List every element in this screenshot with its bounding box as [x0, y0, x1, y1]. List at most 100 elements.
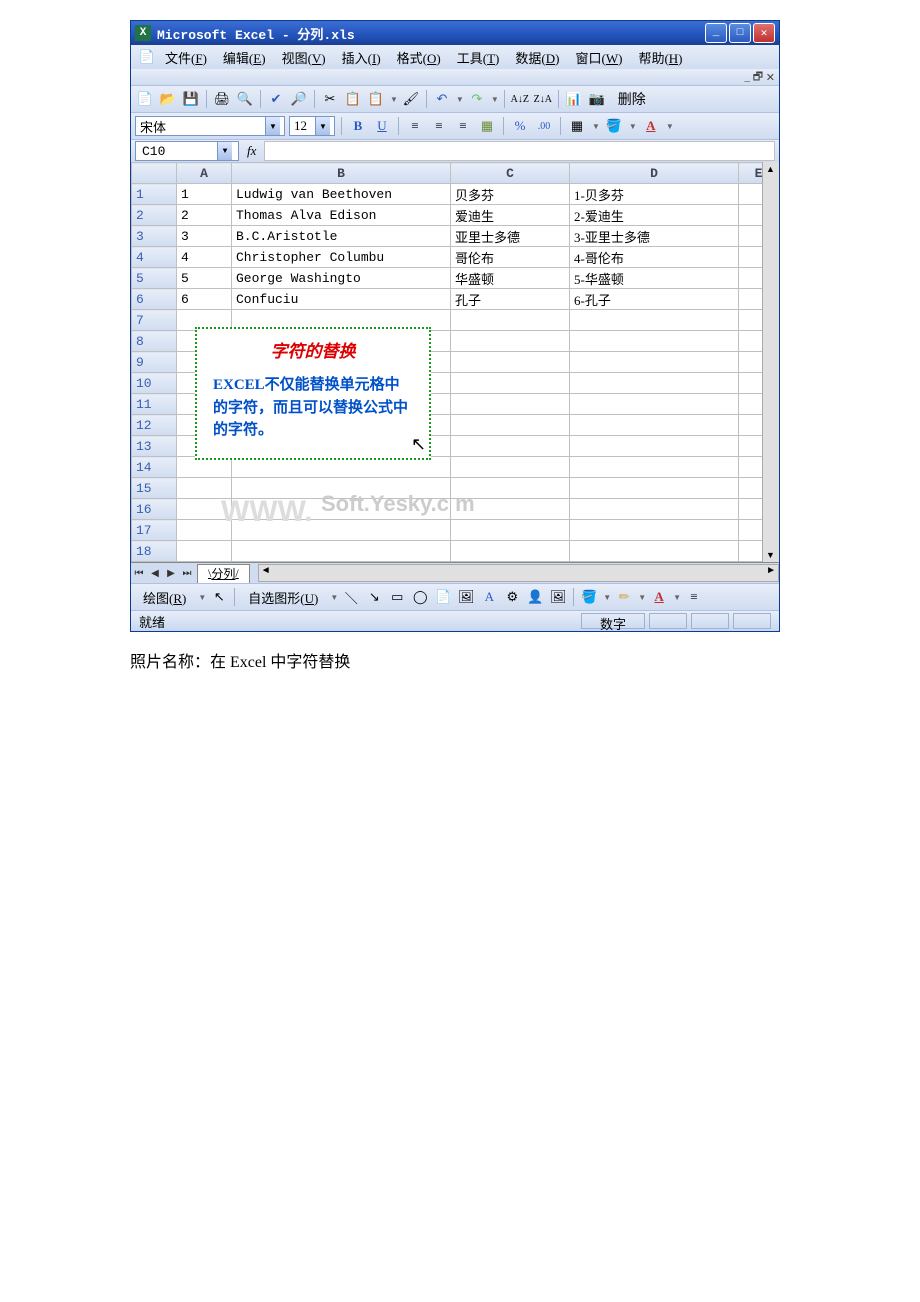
- cell[interactable]: [177, 541, 232, 562]
- cell[interactable]: [451, 478, 570, 499]
- row-header[interactable]: 8: [132, 331, 177, 352]
- cell[interactable]: [570, 310, 739, 331]
- tab-last-icon[interactable]: ⏭: [179, 565, 195, 581]
- cell[interactable]: [570, 478, 739, 499]
- menu-insert[interactable]: 插入(I): [334, 46, 389, 69]
- cell[interactable]: Thomas Alva Edison: [232, 205, 451, 226]
- row-header[interactable]: 6: [132, 289, 177, 310]
- cell[interactable]: 亚里士多德: [451, 226, 570, 247]
- underline-icon[interactable]: U: [372, 116, 392, 136]
- percent-icon[interactable]: %: [510, 116, 530, 136]
- merge-icon[interactable]: ▦: [477, 116, 497, 136]
- new-icon[interactable]: 📄: [135, 89, 155, 109]
- cell[interactable]: [177, 457, 232, 478]
- col-header[interactable]: B: [232, 163, 451, 184]
- row-header[interactable]: 14: [132, 457, 177, 478]
- fontcolor2-icon[interactable]: A: [649, 587, 669, 607]
- cell[interactable]: 爱迪生: [451, 205, 570, 226]
- tab-first-icon[interactable]: ⏮: [131, 565, 147, 581]
- doc-restore-icon[interactable]: 🗗: [753, 68, 766, 87]
- cell[interactable]: 4-哥伦布: [570, 247, 739, 268]
- row-header[interactable]: 18: [132, 541, 177, 562]
- cell[interactable]: 贝多芬: [451, 184, 570, 205]
- menu-window[interactable]: 窗口(W): [567, 46, 630, 69]
- cell[interactable]: 孔子: [451, 289, 570, 310]
- research-icon[interactable]: 🔎: [289, 89, 309, 109]
- select-icon[interactable]: ↖: [209, 587, 229, 607]
- vertical-scrollbar[interactable]: [762, 162, 779, 562]
- row-header[interactable]: 2: [132, 205, 177, 226]
- cell[interactable]: [570, 373, 739, 394]
- cell[interactable]: [570, 499, 739, 520]
- align-left-icon[interactable]: ≡: [405, 116, 425, 136]
- redo-icon[interactable]: ↷: [467, 89, 487, 109]
- row-header[interactable]: 3: [132, 226, 177, 247]
- undo-icon[interactable]: ↶: [432, 89, 452, 109]
- spell-icon[interactable]: ✔: [266, 89, 286, 109]
- delete-button[interactable]: 删除: [610, 87, 654, 111]
- cell[interactable]: [570, 415, 739, 436]
- menu-edit[interactable]: 编辑(E): [215, 46, 274, 69]
- lineweight-icon[interactable]: ≡: [684, 587, 704, 607]
- row-header[interactable]: 9: [132, 352, 177, 373]
- format-painter-icon[interactable]: 🖌: [401, 89, 421, 109]
- cell[interactable]: 1: [177, 184, 232, 205]
- cell[interactable]: 华盛顿: [451, 268, 570, 289]
- name-box[interactable]: C10▼: [135, 141, 239, 161]
- cell[interactable]: [232, 520, 451, 541]
- arrow-icon[interactable]: ↘: [364, 587, 384, 607]
- row-header[interactable]: 17: [132, 520, 177, 541]
- text-box-note[interactable]: 字符的替换 EXCEL不仅能替换单元格中的字符，而且可以替换公式中的字符。: [195, 327, 431, 460]
- cell[interactable]: [570, 541, 739, 562]
- cell[interactable]: [570, 457, 739, 478]
- col-header[interactable]: D: [570, 163, 739, 184]
- menu-format[interactable]: 格式(O): [389, 46, 449, 69]
- close-button[interactable]: ✕: [753, 23, 775, 43]
- cell[interactable]: 6-孔子: [570, 289, 739, 310]
- horizontal-scrollbar[interactable]: [258, 564, 779, 582]
- menu-tools[interactable]: 工具(T): [449, 46, 508, 69]
- cell[interactable]: [451, 331, 570, 352]
- col-header[interactable]: C: [451, 163, 570, 184]
- align-center-icon[interactable]: ≡: [429, 116, 449, 136]
- cell[interactable]: [451, 415, 570, 436]
- copy-icon[interactable]: 📋: [343, 89, 363, 109]
- cell[interactable]: [451, 541, 570, 562]
- sheet-tab[interactable]: \分列/: [197, 564, 250, 583]
- menu-help[interactable]: 帮助(H): [630, 46, 690, 69]
- formula-input[interactable]: [264, 141, 775, 161]
- rect-icon[interactable]: ▭: [387, 587, 407, 607]
- cell[interactable]: Confuciu: [232, 289, 451, 310]
- clipart-icon[interactable]: 👤: [525, 587, 545, 607]
- chart-icon[interactable]: 📊: [564, 89, 584, 109]
- cell[interactable]: [232, 457, 451, 478]
- cell[interactable]: 哥伦布: [451, 247, 570, 268]
- cell[interactable]: [570, 352, 739, 373]
- cut-icon[interactable]: ✂: [320, 89, 340, 109]
- cell[interactable]: [451, 457, 570, 478]
- row-header[interactable]: 13: [132, 436, 177, 457]
- cell[interactable]: George Washingto: [232, 268, 451, 289]
- wordart-icon[interactable]: A: [479, 587, 499, 607]
- picture-icon[interactable]: 🖼: [456, 587, 476, 607]
- cell[interactable]: 2: [177, 205, 232, 226]
- chevron-down-icon[interactable]: ▼: [217, 142, 232, 160]
- tab-next-icon[interactable]: ▶: [163, 565, 179, 581]
- oval-icon[interactable]: ◯: [410, 587, 430, 607]
- cell[interactable]: Christopher Columbu: [232, 247, 451, 268]
- cell[interactable]: [451, 352, 570, 373]
- cell[interactable]: 2-爱迪生: [570, 205, 739, 226]
- linecolor-icon[interactable]: ✏: [614, 587, 634, 607]
- line-icon[interactable]: ＼: [341, 587, 361, 607]
- doc-close-icon[interactable]: ✕: [766, 71, 775, 84]
- cell[interactable]: Ludwig van Beethoven: [232, 184, 451, 205]
- row-header[interactable]: 5: [132, 268, 177, 289]
- cell[interactable]: [451, 520, 570, 541]
- menu-view[interactable]: 视图(V): [274, 46, 334, 69]
- decimal-icon[interactable]: .00: [534, 116, 554, 136]
- align-right-icon[interactable]: ≡: [453, 116, 473, 136]
- picture2-icon[interactable]: 🖼: [548, 587, 568, 607]
- cell[interactable]: [451, 436, 570, 457]
- row-header[interactable]: 7: [132, 310, 177, 331]
- cell[interactable]: [451, 499, 570, 520]
